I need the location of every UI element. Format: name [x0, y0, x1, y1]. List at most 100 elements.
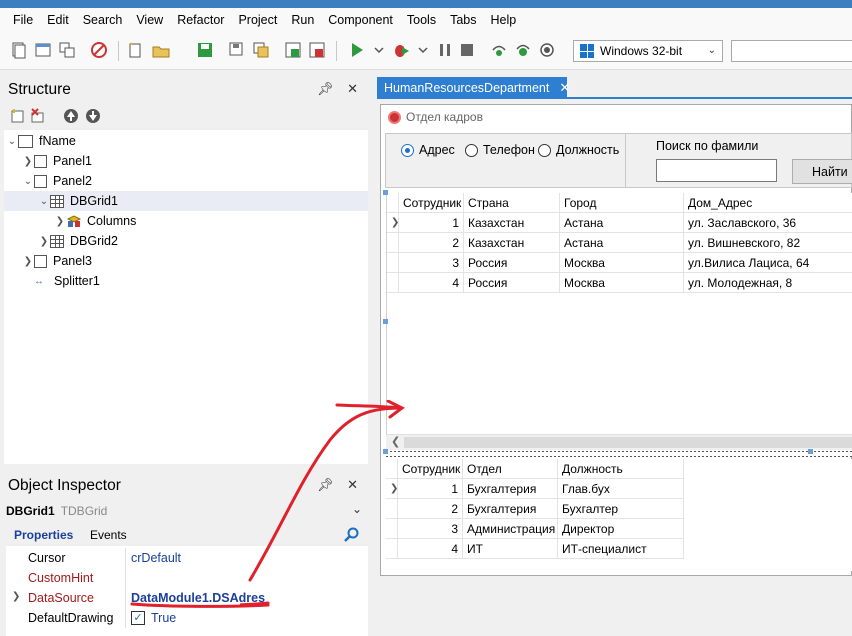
table-row[interactable]: 4 Россия Москва ул. Молодежная, 8 [387, 273, 852, 293]
radio-position[interactable]: Должность [538, 143, 619, 157]
radio-phone[interactable]: Телефон [465, 143, 535, 157]
table-row[interactable]: 3 Россия Москва ул.Вилиса Лациса, 64 [387, 253, 852, 273]
grid-cell[interactable]: Бухгалтерия [463, 479, 558, 499]
pin-icon[interactable]: 📌︎ [317, 477, 334, 492]
surname-search-input[interactable] [656, 159, 777, 182]
grid-cell[interactable]: 2 [398, 499, 463, 519]
column-header[interactable]: Город [560, 193, 684, 213]
menu-run[interactable]: Run [284, 13, 321, 27]
dbgrid2[interactable]: Сотрудник Отдел Должность ❯ 1 Бухгалтери… [386, 459, 852, 571]
chevron-right-icon[interactable]: ❯ [38, 236, 50, 247]
save-as-icon[interactable] [228, 41, 246, 59]
grid-cell[interactable]: Директор [558, 519, 684, 539]
tree-node-panel2[interactable]: ⌄ Panel2 [22, 171, 92, 191]
run-dropdown-icon[interactable] [370, 41, 388, 59]
chevron-down-icon[interactable]: ⌄ [352, 502, 362, 516]
chevron-down-icon[interactable]: ⌄ [6, 136, 18, 147]
property-row-customhint[interactable]: CustomHint [6, 568, 351, 588]
grid-cell[interactable]: Казахстан [464, 213, 560, 233]
grid-cell[interactable]: ул. Вишневского, 82 [684, 233, 852, 253]
column-header[interactable]: Страна [464, 193, 560, 213]
grid-cell[interactable]: Астана [560, 233, 684, 253]
delete-item-icon[interactable] [30, 108, 46, 124]
new-icon[interactable] [126, 41, 144, 59]
run-icon[interactable] [348, 41, 366, 59]
menu-refactor[interactable]: Refactor [170, 13, 231, 27]
step-over-icon[interactable] [490, 41, 508, 59]
grid-cell[interactable]: ул.Вилиса Лациса, 64 [684, 253, 852, 273]
property-value[interactable]: crDefault [131, 551, 181, 565]
tab-events[interactable]: Events [90, 528, 127, 542]
grid-cell[interactable]: Казахстан [464, 233, 560, 253]
debug-icon[interactable] [392, 41, 410, 59]
tree-node-dbgrid2[interactable]: ❯ DBGrid2 [38, 231, 118, 251]
grid-cell[interactable]: ул. Молодежная, 8 [684, 273, 852, 293]
menu-view[interactable]: View [129, 13, 170, 27]
panel1[interactable] [385, 133, 852, 188]
grid1-horizontal-scrollbar[interactable]: ❮ [386, 434, 852, 450]
splitter1[interactable] [386, 451, 852, 457]
column-header[interactable]: Сотрудник [399, 193, 464, 213]
menu-file[interactable]: File [6, 13, 40, 27]
component-selector[interactable]: DBGrid1 TDBGrid ⌄ [6, 500, 368, 522]
new-form-icon[interactable] [34, 41, 52, 59]
selection-handle[interactable] [383, 319, 388, 324]
pause-icon[interactable] [436, 41, 454, 59]
menu-component[interactable]: Component [321, 13, 400, 27]
close-icon[interactable]: ✕ [347, 81, 358, 96]
table-row[interactable]: ❯ 1 Бухгалтерия Глав.бух [386, 479, 684, 499]
menu-tools[interactable]: Tools [400, 13, 443, 27]
tab-properties[interactable]: Properties [14, 528, 73, 542]
column-header[interactable]: Должность [558, 459, 684, 479]
grid-cell[interactable]: Астана [560, 213, 684, 233]
tree-node-panel3[interactable]: ❯ Panel3 [22, 251, 92, 271]
grid-cell[interactable]: Россия [464, 273, 560, 293]
menu-tabs[interactable]: Tabs [443, 13, 483, 27]
new-items-icon[interactable] [10, 41, 28, 59]
grid-cell[interactable]: 3 [399, 253, 464, 273]
grid-cell[interactable]: Администрация [463, 519, 558, 539]
grid-cell[interactable]: 1 [398, 479, 463, 499]
clone-icon[interactable] [58, 41, 76, 59]
run-to-cursor-icon[interactable] [538, 41, 556, 59]
column-header[interactable]: Сотрудник [398, 459, 463, 479]
tree-node-columns[interactable]: ❯ Columns [54, 211, 137, 231]
save-icon[interactable] [196, 41, 214, 59]
tree-node-panel1[interactable]: ❯ Panel1 [22, 151, 92, 171]
grid-cell[interactable]: Глав.бух [558, 479, 684, 499]
tree-node-dbgrid1[interactable]: ⌄ DBGrid1 [4, 191, 368, 211]
debug-dropdown-icon[interactable] [414, 41, 432, 59]
open-icon[interactable] [152, 41, 170, 59]
search-icon[interactable] [344, 527, 360, 543]
add-to-project-icon[interactable] [284, 41, 302, 59]
table-row[interactable]: 2 Казахстан Астана ул. Вишневского, 82 [387, 233, 852, 253]
selection-handle[interactable] [808, 449, 813, 454]
add-item-icon[interactable] [10, 108, 26, 124]
selection-handle[interactable] [383, 449, 388, 454]
tree-node-fname[interactable]: ⌄ fName [6, 131, 76, 151]
dbgrid1[interactable]: Сотрудник Страна Город Дом_Адрес ❯ 1 Каз… [386, 193, 852, 451]
chevron-right-icon[interactable]: ❯ [22, 156, 34, 167]
target-platform-select[interactable]: Windows 32-bit ⌄ [573, 40, 723, 62]
grid-cell[interactable]: 4 [398, 539, 463, 559]
menu-edit[interactable]: Edit [40, 13, 76, 27]
column-header[interactable]: Отдел [463, 459, 558, 479]
grid-cell[interactable]: 4 [399, 273, 464, 293]
grid-cell[interactable]: 2 [399, 233, 464, 253]
menu-project[interactable]: Project [231, 13, 284, 27]
property-row-defaultdrawing[interactable]: DefaultDrawing ✓ True [6, 608, 351, 628]
grid-cell[interactable]: 3 [398, 519, 463, 539]
selection-handle[interactable] [383, 190, 388, 195]
tab-human-resources-department[interactable]: HumanResourcesDepartment ✕ [377, 77, 570, 98]
table-row[interactable]: 4 ИТ ИТ-специалист [386, 539, 684, 559]
grid-cell[interactable]: Бухгалтерия [463, 499, 558, 519]
grid-cell[interactable]: Россия [464, 253, 560, 273]
grid-cell[interactable]: Москва [560, 253, 684, 273]
chevron-right-icon[interactable]: ❯ [22, 256, 34, 267]
remove-from-project-icon[interactable] [308, 41, 326, 59]
move-down-icon[interactable] [85, 108, 101, 124]
radio-address[interactable]: Адрес [401, 143, 455, 157]
close-icon[interactable]: ✕ [347, 477, 358, 492]
table-row[interactable]: 2 Бухгалтерия Бухгалтер [386, 499, 684, 519]
grid-cell[interactable]: 1 [399, 213, 464, 233]
